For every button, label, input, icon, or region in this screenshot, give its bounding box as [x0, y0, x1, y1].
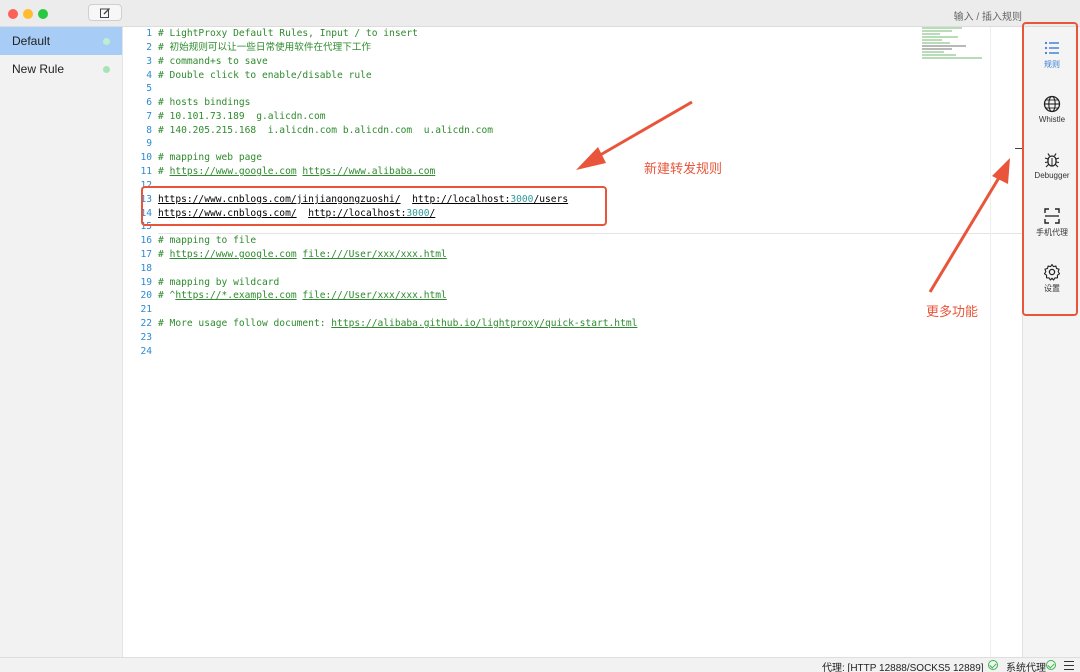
annotation-arrows [576, 100, 1010, 293]
arrow-head-new-rule [576, 147, 606, 170]
annotation-new-rule: 新建转发规则 [644, 161, 723, 176]
arrow-shaft-new-rule [594, 100, 693, 160]
proxy-status: 代理: [HTTP 12888/SOCKS5 12889] [822, 663, 984, 672]
system-proxy-status[interactable]: 系统代理 [1006, 659, 1046, 672]
arrow-head-more-features [992, 158, 1010, 184]
system-proxy-ok-icon [1046, 660, 1056, 670]
status-bar: 代理: [HTTP 12888/SOCKS5 12889] 系统代理 [0, 657, 1080, 672]
annotation-more-features: 更多功能 [926, 304, 979, 319]
arrow-shaft-more-features [928, 175, 1002, 293]
menu-icon[interactable] [1064, 661, 1074, 670]
proxy-ok-icon [988, 660, 998, 670]
